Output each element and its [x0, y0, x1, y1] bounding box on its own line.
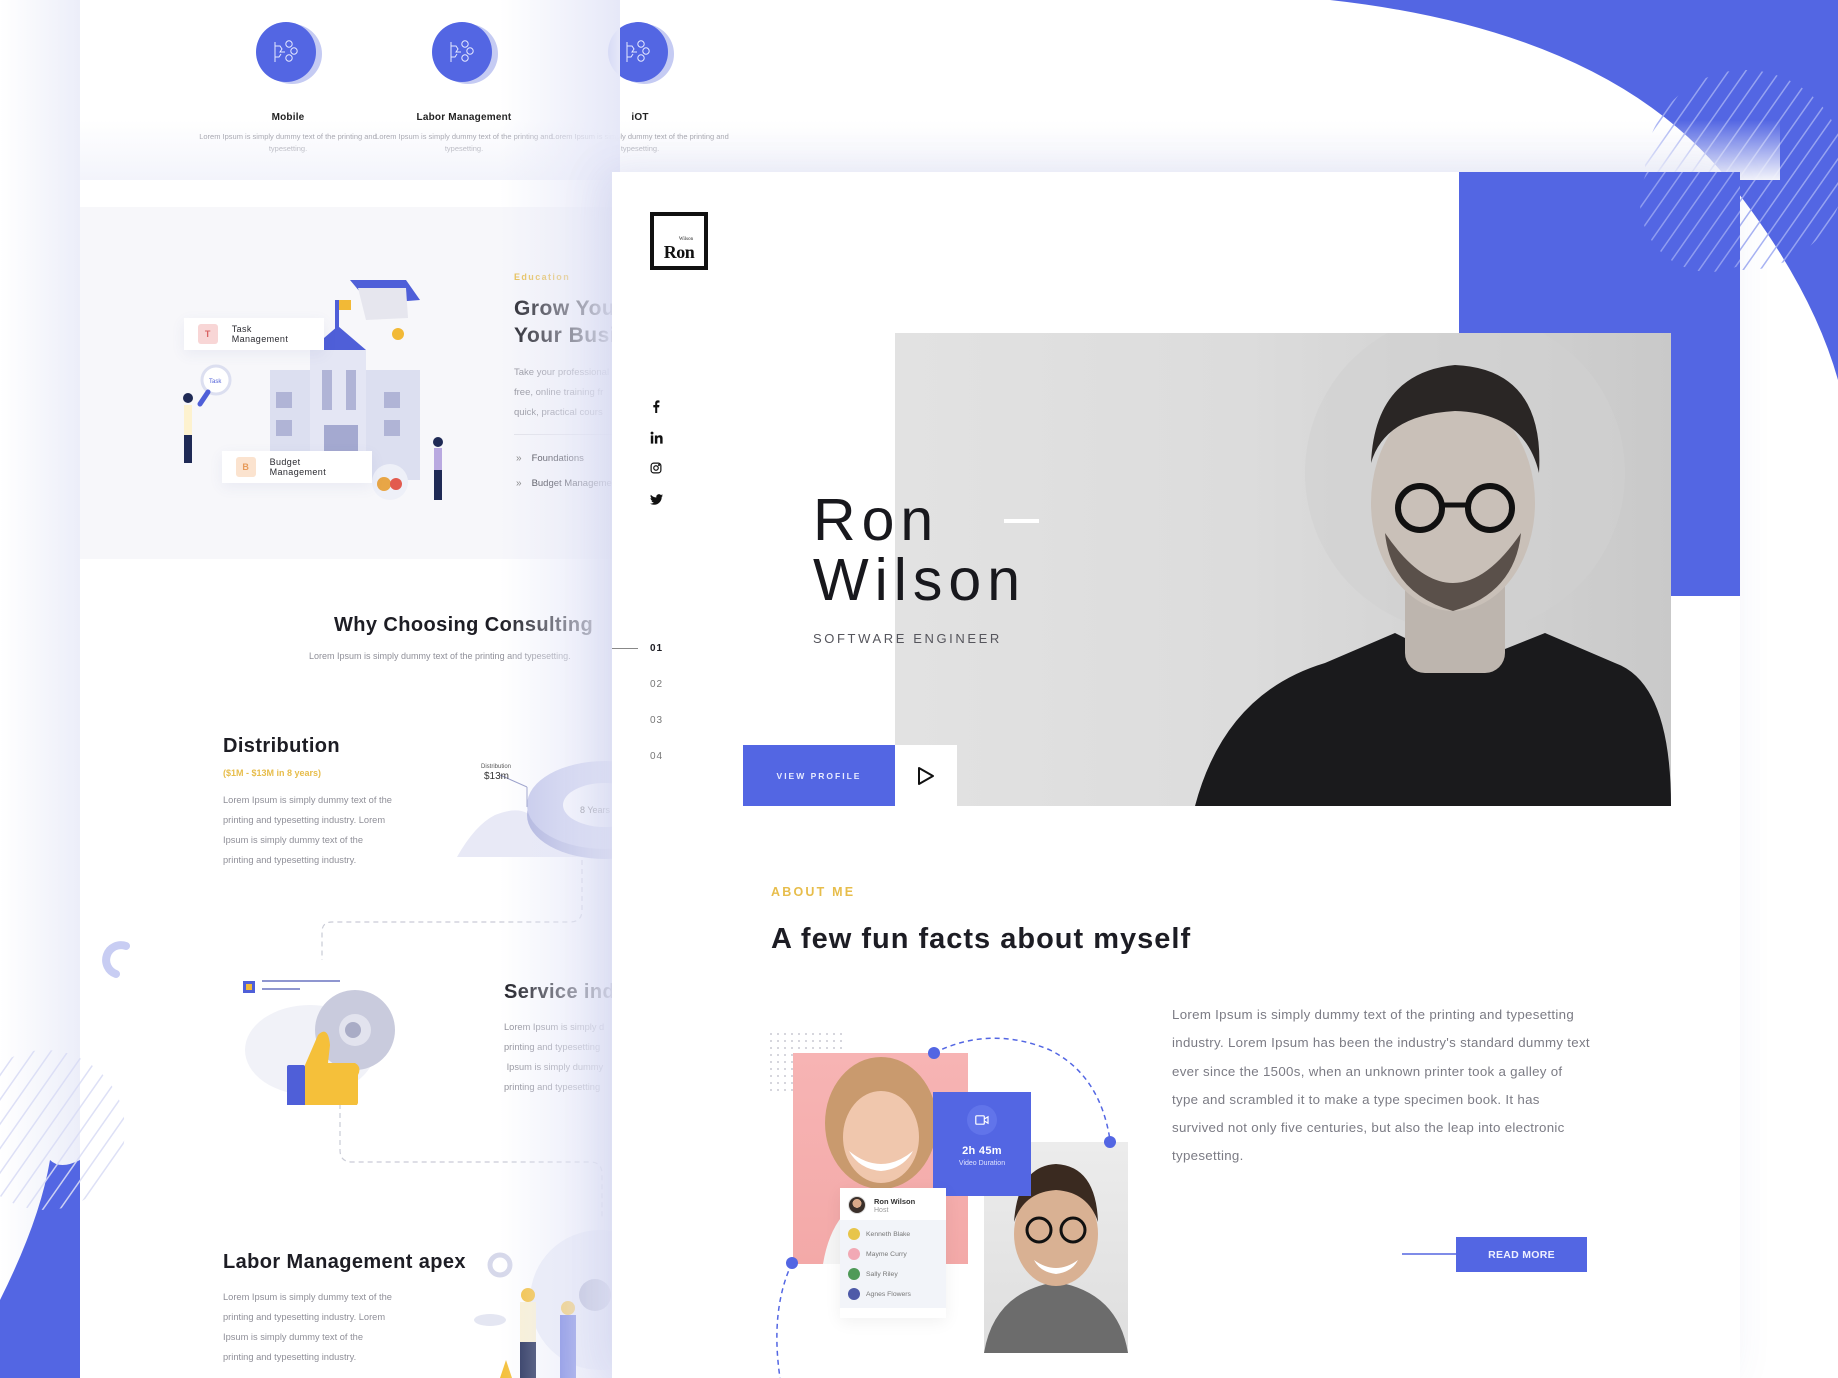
instagram-icon[interactable] — [648, 460, 664, 476]
slide-pager: 01 02 03 04 — [612, 630, 663, 774]
feature-title: Distribution — [223, 735, 341, 757]
gears-network-icon — [256, 22, 316, 82]
top-fade — [80, 120, 1780, 180]
attendee-name: Agnes Flowers — [866, 1290, 911, 1298]
host-info: Ron Wilson Host — [874, 1197, 915, 1214]
name-accent-dash — [1004, 519, 1039, 523]
attendee-name: Sally Riley — [866, 1270, 898, 1278]
pager-label: 02 — [650, 678, 664, 690]
host-header: Ron Wilson Host — [840, 1188, 946, 1220]
pager-label: 04 — [650, 750, 664, 762]
play-button[interactable] — [895, 745, 957, 806]
social-links — [648, 398, 664, 522]
play-icon — [918, 766, 934, 785]
profile-role: SOFTWARE ENGINEER — [813, 631, 1002, 646]
tag-letter: T — [198, 324, 218, 344]
attendee-avatar — [848, 1228, 860, 1240]
tag-letter: B — [236, 457, 256, 477]
about-body: Lorem Ipsum is simply dummy text of the … — [1172, 1007, 1590, 1164]
about-title: A few fun facts about myself — [771, 923, 1192, 955]
pager-item-02[interactable]: 02 — [612, 666, 663, 702]
magnifier-label: Task — [209, 379, 222, 385]
attendee-avatar — [848, 1268, 860, 1280]
pager-item-03[interactable]: 03 — [612, 702, 663, 738]
gears-network-icon — [432, 22, 492, 82]
feature-body: Lorem Ipsum is simply dummy text of the … — [223, 1292, 392, 1362]
profile-name: Ron Wilson — [813, 487, 1027, 613]
attendee-avatar — [848, 1288, 860, 1300]
pager-label: 01 — [650, 642, 664, 654]
attendee-name: Kenneth Blake — [866, 1230, 911, 1238]
task-management-tag: T Task Management — [184, 318, 324, 350]
host-name: Ron Wilson — [874, 1196, 916, 1206]
pager-label: 03 — [650, 714, 664, 726]
attendee-item[interactable]: Sally Riley — [848, 1264, 938, 1284]
video-camera-icon — [967, 1105, 997, 1135]
video-duration-value: 2h 45m — [962, 1145, 1002, 1157]
read-more-button[interactable]: READ MORE — [1456, 1237, 1587, 1272]
video-duration-label: Video Duration — [958, 1160, 1006, 1167]
attendee-item[interactable]: Mayme Curry — [848, 1244, 938, 1264]
feature-body: Lorem Ipsum is simply dummy text of the … — [223, 795, 392, 865]
attendee-avatar — [848, 1248, 860, 1260]
attendee-name: Mayme Curry — [866, 1250, 907, 1258]
logo-text: Ron — [663, 242, 695, 262]
linkedin-icon[interactable] — [648, 429, 664, 445]
pager-active-dash — [612, 647, 638, 649]
twitter-icon[interactable] — [648, 491, 664, 507]
left-background-strip — [0, 0, 80, 1378]
service-icon-wrap — [432, 22, 498, 86]
tag-label: Budget Management — [269, 457, 327, 477]
pager-item-01[interactable]: 01 — [612, 630, 663, 666]
video-duration-card: 2h 45m Video Duration — [933, 1092, 1031, 1196]
feature-title: Labor Management apex — [223, 1251, 466, 1273]
attendee-item[interactable]: Agnes Flowers — [848, 1284, 938, 1304]
logo[interactable]: Wilson Ron — [650, 212, 708, 270]
dashed-path-decoration — [776, 1037, 1116, 1378]
read-more-line — [1402, 1253, 1458, 1255]
about-kicker: ABOUT ME — [771, 885, 856, 899]
facebook-icon[interactable] — [648, 398, 664, 414]
budget-management-tag: B Budget Management — [222, 451, 372, 483]
host-role: Host — [874, 1206, 889, 1214]
view-profile-button[interactable]: VIEW PROFILE — [743, 745, 895, 806]
accent-stripes — [1640, 172, 1740, 272]
attendee-list: Kenneth Blake Mayme Curry Sally Riley Ag… — [840, 1220, 946, 1308]
back-page-fade — [500, 0, 620, 1378]
host-avatar — [848, 1196, 866, 1214]
pager-item-04[interactable]: 04 — [612, 738, 663, 774]
service-icon-wrap — [256, 22, 322, 86]
feature-subtitle: ($1M - $13M in 8 years) — [223, 768, 322, 778]
thumbs-up-gear-illustration — [243, 980, 395, 1105]
tag-label: Task Management — [231, 324, 289, 344]
host-card: Ron Wilson Host Kenneth Blake Mayme Curr… — [840, 1188, 946, 1318]
attendee-item[interactable]: Kenneth Blake — [848, 1224, 938, 1244]
